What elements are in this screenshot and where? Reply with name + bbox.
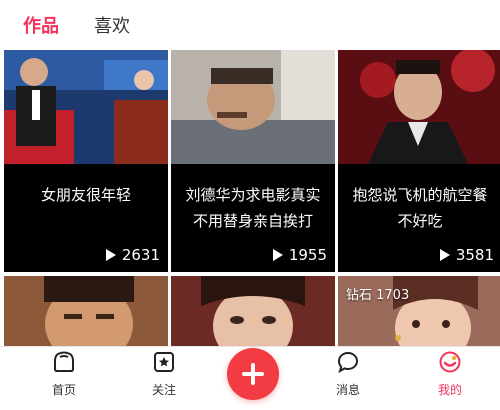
- bottom-nav: 首页 关注 消息 我的: [0, 346, 500, 410]
- tab-likes[interactable]: 喜欢: [94, 12, 130, 38]
- play-icon: [272, 249, 283, 261]
- nav-home[interactable]: 首页: [34, 351, 94, 398]
- video-card[interactable]: 女朋友很年轻 2631: [4, 50, 168, 272]
- nav-profile-label: 我的: [437, 383, 462, 397]
- video-card[interactable]: 抱怨说飞机的航空餐不好吃 3581: [338, 50, 500, 272]
- play-count-value: 1955: [288, 246, 327, 264]
- play-icon: [105, 249, 116, 261]
- video-title: 刘德华为求电影真实不用替身亲自挨打: [185, 186, 321, 230]
- video-card[interactable]: [171, 276, 335, 346]
- plus-icon: [242, 363, 264, 385]
- message-icon: [337, 351, 359, 374]
- video-grid: 女朋友很年轻 2631 刘德华为求电影真实不用替身亲自挨打 1955 抱怨说飞机…: [0, 50, 500, 346]
- play-count: 3581: [439, 246, 494, 264]
- video-card[interactable]: [4, 276, 168, 346]
- top-tabs: 作品 喜欢: [0, 0, 500, 48]
- video-card[interactable]: 刘德华为求电影真实不用替身亲自挨打 1955: [171, 50, 335, 272]
- video-caption: 抱怨说飞机的航空餐不好吃 3581: [338, 164, 500, 272]
- video-caption: 女朋友很年轻 2631: [4, 164, 168, 272]
- nav-follow-label: 关注: [151, 383, 176, 397]
- nav-follow[interactable]: 关注: [134, 351, 194, 398]
- video-title: 抱怨说飞机的航空餐不好吃: [352, 186, 488, 230]
- tab-works[interactable]: 作品: [23, 12, 59, 38]
- video-title: 女朋友很年轻: [40, 186, 131, 204]
- video-thumbnail: [171, 50, 335, 164]
- nav-messages[interactable]: 消息: [318, 351, 378, 398]
- home-icon: [54, 351, 74, 372]
- play-count: 2631: [105, 246, 160, 264]
- create-button[interactable]: [227, 348, 279, 400]
- play-icon: [439, 249, 450, 261]
- video-thumbnail: [171, 276, 335, 346]
- video-thumbnail: [338, 50, 500, 164]
- video-caption: 刘德华为求电影真实不用替身亲自挨打 1955: [171, 164, 335, 272]
- nav-home-label: 首页: [51, 383, 76, 397]
- play-count: 1955: [272, 246, 327, 264]
- play-count-value: 3581: [455, 246, 494, 264]
- nav-messages-label: 消息: [335, 383, 360, 397]
- diamond-badge: 钻石 1703: [346, 288, 410, 303]
- profile-icon: [439, 351, 461, 373]
- follow-icon: [154, 352, 174, 372]
- video-thumbnail: [4, 276, 168, 346]
- play-count-value: 2631: [121, 246, 160, 264]
- nav-profile[interactable]: 我的: [420, 351, 480, 398]
- video-card[interactable]: 钻石 1703: [338, 276, 500, 346]
- video-thumbnail: [4, 50, 168, 164]
